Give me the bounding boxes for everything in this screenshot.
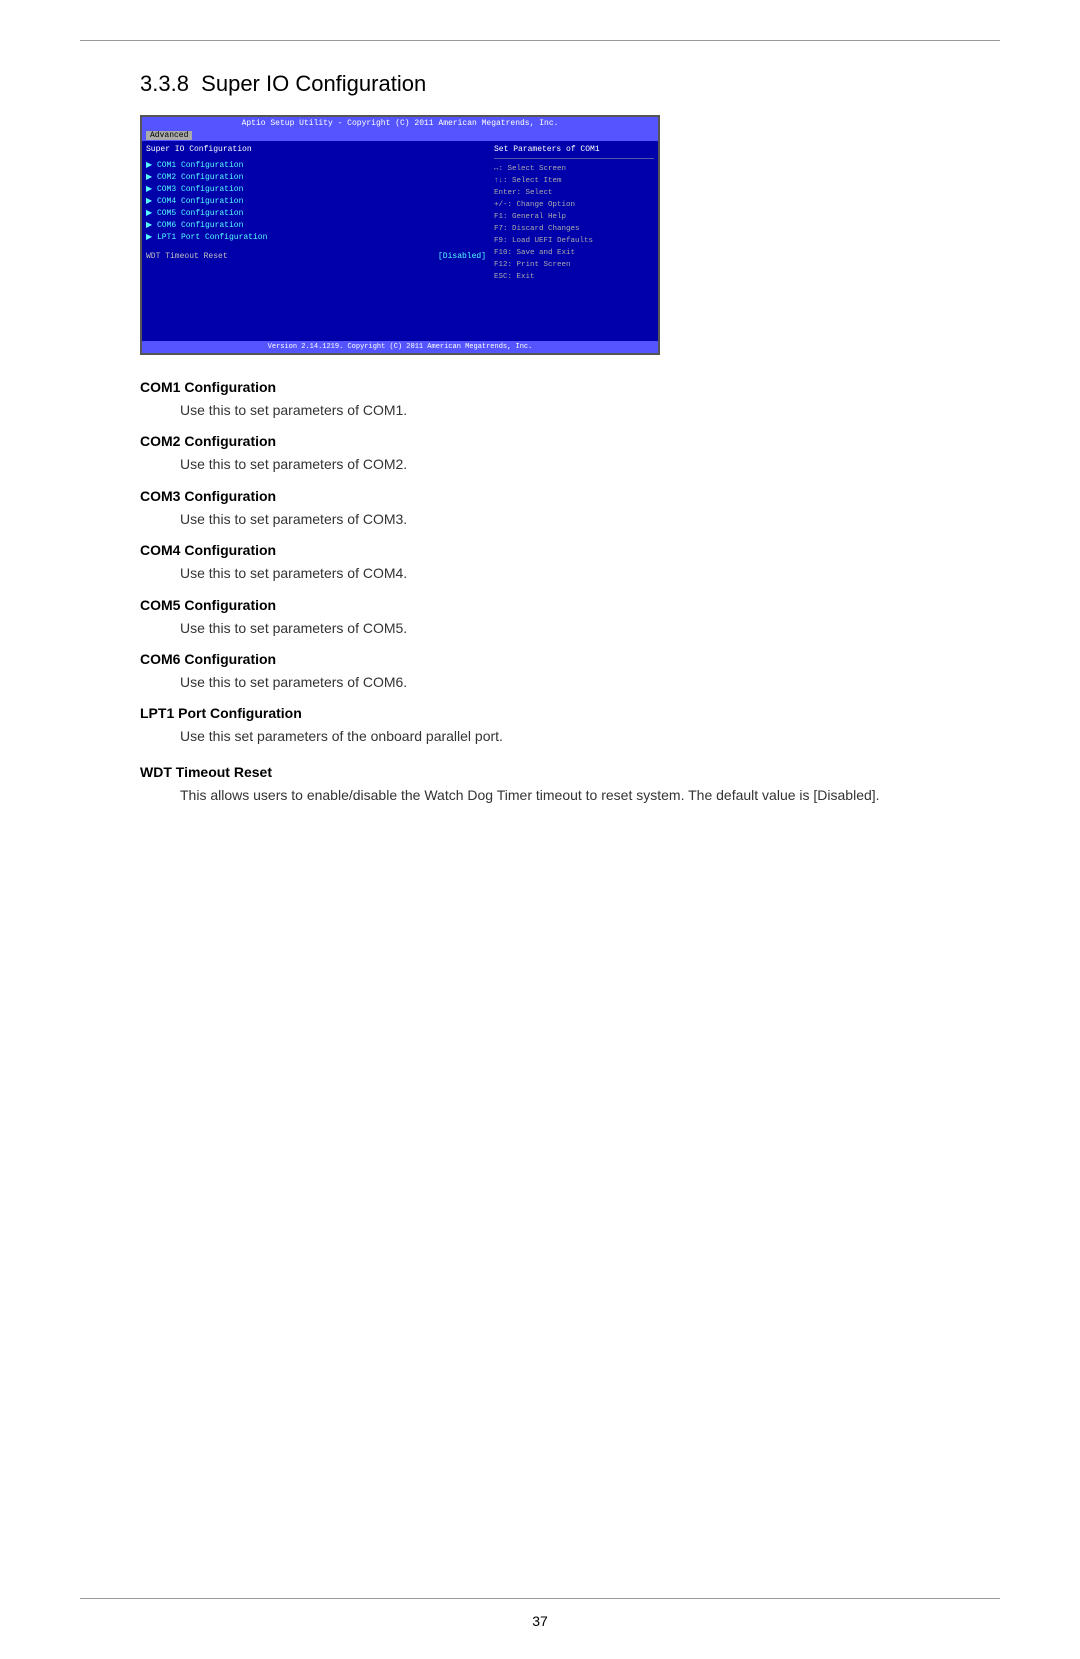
bios-key-esc: ESC: Exit <box>494 271 654 283</box>
bios-right-panel: Set Parameters of COM1 ↔: Select Screen … <box>494 145 654 337</box>
bios-key-f7: F7: Discard Changes <box>494 223 654 235</box>
doc-lpt1-term: LPT1 Port Configuration <box>140 705 940 721</box>
bios-menu-com2[interactable]: COM2 Configuration <box>146 172 486 184</box>
bios-menu-com3[interactable]: COM3 Configuration <box>146 184 486 196</box>
bios-menu-com1[interactable]: COM1 Configuration <box>146 160 486 172</box>
doc-wdt-desc: This allows users to enable/disable the … <box>180 784 940 806</box>
bios-left-panel: Super IO Configuration COM1 Configuratio… <box>146 145 494 337</box>
bios-wdt-row: WDT Timeout Reset [Disabled] <box>146 252 486 261</box>
page-number: 37 <box>532 1613 548 1629</box>
doc-com1-desc: Use this to set parameters of COM1. <box>180 399 940 421</box>
bios-key-enter: Enter: Select <box>494 187 654 199</box>
bios-footer: Version 2.14.1219. Copyright (C) 2011 Am… <box>142 341 658 353</box>
doc-com2-desc: Use this to set parameters of COM2. <box>180 453 940 475</box>
doc-com1-term: COM1 Configuration <box>140 379 940 395</box>
doc-lpt1-desc: Use this set parameters of the onboard p… <box>180 725 940 747</box>
doc-com3: COM3 Configuration Use this to set param… <box>140 488 940 530</box>
bios-right-divider <box>494 158 654 159</box>
doc-com6-desc: Use this to set parameters of COM6. <box>180 671 940 693</box>
bios-wdt-label: WDT Timeout Reset <box>146 252 228 261</box>
doc-com1: COM1 Configuration Use this to set param… <box>140 379 940 421</box>
doc-com5-desc: Use this to set parameters of COM5. <box>180 617 940 639</box>
bios-menu-lpt1[interactable]: LPT1 Port Configuration <box>146 232 486 244</box>
bottom-rule <box>80 1598 1000 1599</box>
bios-body: Super IO Configuration COM1 Configuratio… <box>142 141 658 341</box>
doc-com3-desc: Use this to set parameters of COM3. <box>180 508 940 530</box>
bios-key-f12: F12: Print Screen <box>494 259 654 271</box>
bios-wdt-value: [Disabled] <box>438 252 486 261</box>
bios-menu-com6[interactable]: COM6 Configuration <box>146 220 486 232</box>
doc-com6-term: COM6 Configuration <box>140 651 940 667</box>
bios-menu-list: COM1 Configuration COM2 Configuration CO… <box>146 160 486 244</box>
doc-com3-term: COM3 Configuration <box>140 488 940 504</box>
bios-tab-bar: Advanced <box>142 130 658 141</box>
doc-com6: COM6 Configuration Use this to set param… <box>140 651 940 693</box>
doc-com5-term: COM5 Configuration <box>140 597 940 613</box>
bios-tab-advanced[interactable]: Advanced <box>146 131 192 140</box>
doc-list: COM1 Configuration Use this to set param… <box>140 379 940 806</box>
doc-com2: COM2 Configuration Use this to set param… <box>140 433 940 475</box>
bios-key-help: ↔: Select Screen ↑↓: Select Item Enter: … <box>494 163 654 283</box>
doc-lpt1: LPT1 Port Configuration Use this set par… <box>140 705 940 747</box>
bios-key-item: ↑↓: Select Item <box>494 175 654 187</box>
doc-com4: COM4 Configuration Use this to set param… <box>140 542 940 584</box>
bios-menu-com4[interactable]: COM4 Configuration <box>146 196 486 208</box>
page-content: 3.3.8 Super IO Configuration Aptio Setup… <box>140 41 940 806</box>
doc-com4-term: COM4 Configuration <box>140 542 940 558</box>
bios-key-f10: F10: Save and Exit <box>494 247 654 259</box>
bios-key-screen: ↔: Select Screen <box>494 163 654 175</box>
doc-com2-term: COM2 Configuration <box>140 433 940 449</box>
doc-wdt: WDT Timeout Reset This allows users to e… <box>140 764 940 806</box>
bios-screenshot: Aptio Setup Utility - Copyright (C) 2011… <box>140 115 660 355</box>
bios-key-f9: F9: Load UEFI Defaults <box>494 235 654 247</box>
bios-help-text: Set Parameters of COM1 <box>494 145 654 154</box>
bios-menu-com5[interactable]: COM5 Configuration <box>146 208 486 220</box>
bios-key-f1: F1: General Help <box>494 211 654 223</box>
doc-wdt-term: WDT Timeout Reset <box>140 764 940 780</box>
bios-section-label: Super IO Configuration <box>146 145 486 154</box>
doc-com4-desc: Use this to set parameters of COM4. <box>180 562 940 584</box>
doc-com5: COM5 Configuration Use this to set param… <box>140 597 940 639</box>
bios-header: Aptio Setup Utility - Copyright (C) 2011… <box>142 117 658 130</box>
bios-key-change: +/-: Change Option <box>494 199 654 211</box>
section-title: 3.3.8 Super IO Configuration <box>140 71 940 97</box>
